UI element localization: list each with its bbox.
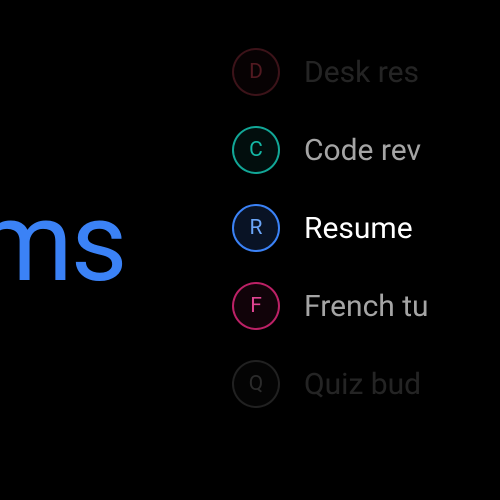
list-item[interactable]: R Resume bbox=[232, 204, 429, 252]
list-item[interactable]: F French tu bbox=[232, 282, 429, 330]
avatar: Q bbox=[232, 360, 280, 408]
list-item[interactable]: Q Quiz bud bbox=[232, 360, 429, 408]
page-title: ems bbox=[0, 178, 126, 307]
avatar: R bbox=[232, 204, 280, 252]
items-list: D Desk res C Code rev R Resume F French … bbox=[232, 48, 429, 408]
item-label: Code rev bbox=[304, 133, 421, 168]
avatar: F bbox=[232, 282, 280, 330]
item-label: French tu bbox=[304, 289, 429, 324]
list-item[interactable]: C Code rev bbox=[232, 126, 429, 174]
item-label: Desk res bbox=[304, 55, 419, 90]
avatar: C bbox=[232, 126, 280, 174]
item-label: Resume bbox=[304, 211, 413, 246]
list-item[interactable]: D Desk res bbox=[232, 48, 429, 96]
item-label: Quiz bud bbox=[304, 367, 421, 402]
avatar: D bbox=[232, 48, 280, 96]
